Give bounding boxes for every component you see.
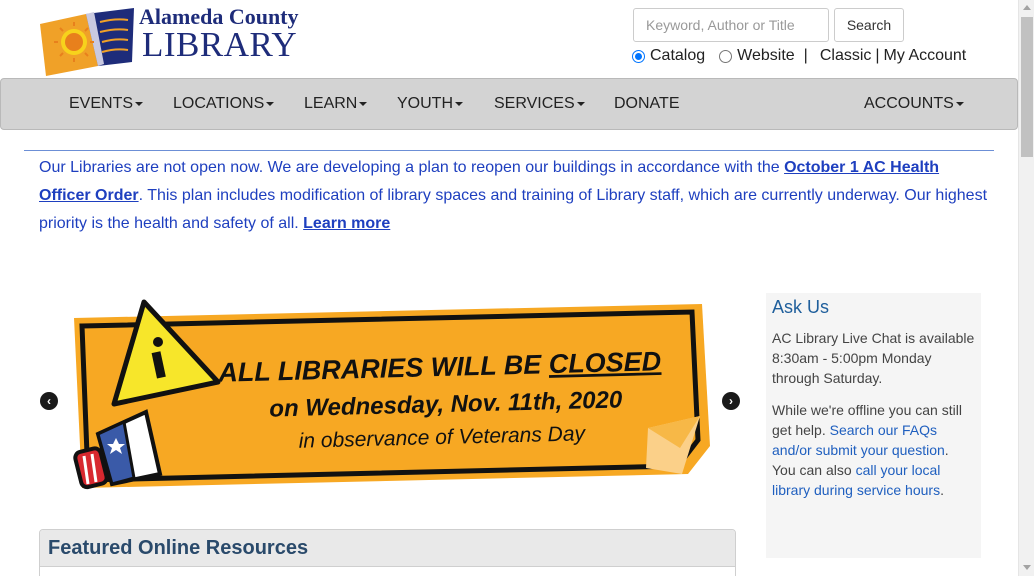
caret-down-icon xyxy=(359,101,368,106)
banner-carousel: ‹ ALL LIBRARIES WILL BE CLOSED on Wednes… xyxy=(38,298,750,506)
nav-label: ACCOUNTS xyxy=(864,95,954,112)
featured-resources-title: Featured Online Resources xyxy=(40,530,735,567)
nav-locations[interactable]: LOCATIONS xyxy=(173,79,275,129)
nav-services[interactable]: SERVICES xyxy=(494,79,585,129)
alert-divider xyxy=(24,150,994,151)
logo-library-text: LIBRARY xyxy=(142,25,298,64)
my-account-link[interactable]: My Account xyxy=(884,47,967,65)
learn-more-link[interactable]: Learn more xyxy=(303,215,390,232)
ask-us-title: Ask Us xyxy=(772,297,830,317)
search-button[interactable]: Search xyxy=(834,8,904,42)
caret-down-icon xyxy=(266,101,275,106)
separator: | xyxy=(875,47,880,64)
nav-accounts[interactable]: ACCOUNTS xyxy=(864,79,964,129)
caret-down-icon xyxy=(135,101,144,106)
offline-help-text: While we're offline you can still get he… xyxy=(772,400,975,500)
site-header: Alameda County LIBRARY Search Catalog We… xyxy=(0,0,1018,78)
banner-closed-word: CLOSED xyxy=(548,346,661,379)
caret-down-icon xyxy=(576,101,585,106)
alert-text: Our Libraries are not open now. We are d… xyxy=(39,159,785,176)
catalog-label[interactable]: Catalog xyxy=(650,47,705,65)
live-chat-text: AC Library Live Chat is available 8:30am… xyxy=(772,330,975,386)
ask-us-panel: Ask Us AC Library Live Chat is available… xyxy=(766,293,981,558)
nav-label: LOCATIONS xyxy=(173,95,265,112)
nav-label: EVENTS xyxy=(69,95,134,112)
search-input[interactable] xyxy=(633,8,829,42)
website-label[interactable]: Website xyxy=(737,47,795,65)
alert-text: . This plan includes modification of lib… xyxy=(39,187,988,232)
website-radio[interactable] xyxy=(719,49,733,63)
nav-label: SERVICES xyxy=(494,95,575,112)
book-sun-logo-icon xyxy=(40,8,134,76)
closure-alert: Our Libraries are not open now. We are d… xyxy=(39,154,989,238)
carousel-next-icon[interactable]: › xyxy=(722,392,740,410)
scroll-thumb[interactable] xyxy=(1021,17,1033,157)
caret-down-icon xyxy=(455,101,463,106)
nav-events[interactable]: EVENTS xyxy=(69,79,144,129)
nav-label: LEARN xyxy=(304,95,358,112)
nav-donate[interactable]: DONATE xyxy=(614,79,679,129)
main-nav: EVENTS LOCATIONS LEARN YOUTH SERVICES DO… xyxy=(0,78,1018,130)
carousel-prev-icon[interactable]: ‹ xyxy=(40,392,58,410)
scroll-up-arrow-icon[interactable] xyxy=(1019,0,1034,16)
search-scope: Catalog Website | Classic | My Account xyxy=(632,45,966,67)
nav-youth[interactable]: YOUTH xyxy=(397,79,463,129)
nav-learn[interactable]: LEARN xyxy=(304,79,368,129)
closure-banner-image[interactable]: ALL LIBRARIES WILL BE CLOSED on Wednesda… xyxy=(68,298,718,506)
nav-label: DONATE xyxy=(614,95,680,112)
classic-link[interactable]: Classic xyxy=(820,47,872,65)
catalog-radio[interactable] xyxy=(632,49,645,63)
page-scrollbar[interactable] xyxy=(1018,0,1034,576)
scroll-down-arrow-icon[interactable] xyxy=(1019,560,1034,576)
separator: | xyxy=(803,47,808,64)
caret-down-icon xyxy=(955,101,964,106)
featured-resources-panel: Featured Online Resources xyxy=(39,529,736,576)
library-logo[interactable]: Alameda County LIBRARY xyxy=(38,4,318,76)
nav-label: YOUTH xyxy=(397,95,453,112)
offline-text: . xyxy=(940,482,944,498)
